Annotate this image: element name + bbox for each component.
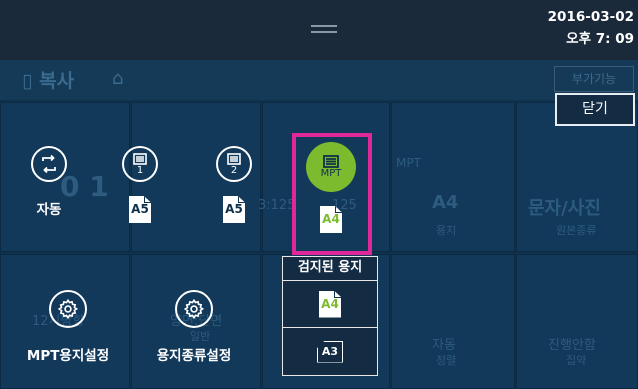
clock: 2016-03-02 오후 7: 09 <box>548 6 634 50</box>
paper-fold <box>144 196 151 203</box>
gear-icon <box>175 290 213 328</box>
paper-icon-a5-tray2: A5 <box>223 196 245 223</box>
bg-sort-label: 자동 <box>432 338 456 353</box>
detected-paper-panel: 검지된 용지 A4 A3 <box>282 256 378 376</box>
bg-mpt-label: MPT <box>396 156 421 170</box>
bg-panel-sort <box>391 254 515 389</box>
home-icon: ⌂ <box>112 68 124 89</box>
mpt-paper-settings-button[interactable]: MPT용지설정 <box>8 290 128 364</box>
auto-cycle-icon <box>31 146 67 182</box>
tray-option-auto-label: 자동 <box>36 202 62 218</box>
tray-option-1[interactable]: 1 A5 <box>120 146 160 223</box>
tray-option-2[interactable]: 2 A5 <box>214 146 254 223</box>
paper-type-settings-label: 용지종류설정 <box>156 348 232 364</box>
bg-panel-density <box>516 254 638 389</box>
paper-icon-a3: A3 <box>317 340 343 363</box>
bg-extra-button: 부가기능 <box>554 66 634 92</box>
detected-a4-label: A4 <box>321 296 339 311</box>
paper-icon-a4: A4 <box>319 290 341 318</box>
detected-a3-label: A3 <box>321 344 339 358</box>
paper-fold <box>238 196 245 203</box>
bg-header: ▯ 복사 ⌂ 부가기능 <box>0 60 638 100</box>
detected-paper-title: 검지된 용지 <box>283 257 377 281</box>
bg-mode-sub: 원본종류 <box>556 224 597 237</box>
tray-2-number: 2 <box>230 164 238 176</box>
paper-fold <box>334 290 341 298</box>
detected-paper-item-a4[interactable]: A4 <box>283 281 377 328</box>
tray-1-paper-size: A5 <box>131 202 149 216</box>
tray-2-icon: 2 <box>216 146 252 182</box>
tray-1-icon: 1 <box>122 146 158 182</box>
bg-title: ▯ 복사 <box>22 66 74 93</box>
tray-option-auto[interactable]: 자동 <box>26 146 72 218</box>
status-time: 오후 7: 09 <box>566 31 634 47</box>
status-date: 2016-03-02 <box>547 9 634 25</box>
paper-icon-a5-tray1: A5 <box>129 196 151 223</box>
tray-1-number: 1 <box>136 164 144 176</box>
paper-type-settings-button[interactable]: 용지종류설정 <box>134 290 254 364</box>
bg-density-label: 진행안함 <box>548 338 596 353</box>
bg-paper-label: 용지 <box>436 224 457 237</box>
close-button[interactable]: 닫기 <box>555 93 635 126</box>
tray-2-paper-size: A5 <box>225 202 243 216</box>
bg-density-sub: 집약 <box>566 354 587 367</box>
copy-icon: ▯ <box>22 70 33 92</box>
drag-handle[interactable] <box>311 25 337 33</box>
detected-paper-item-a3[interactable]: A3 <box>283 328 377 375</box>
selection-highlight <box>292 133 372 255</box>
bg-mode-label: 문자/사진 <box>528 198 601 219</box>
bg-sort-sub: 정렬 <box>436 354 457 367</box>
bg-tray-info: 3:125 <box>258 198 296 213</box>
bg-a4-label: A4 <box>432 192 459 213</box>
mpt-paper-settings-label: MPT용지설정 <box>26 348 110 364</box>
gear-icon <box>49 290 87 328</box>
status-bar: 2016-03-02 오후 7: 09 <box>0 0 638 60</box>
bg-title-text: 복사 <box>39 70 75 92</box>
